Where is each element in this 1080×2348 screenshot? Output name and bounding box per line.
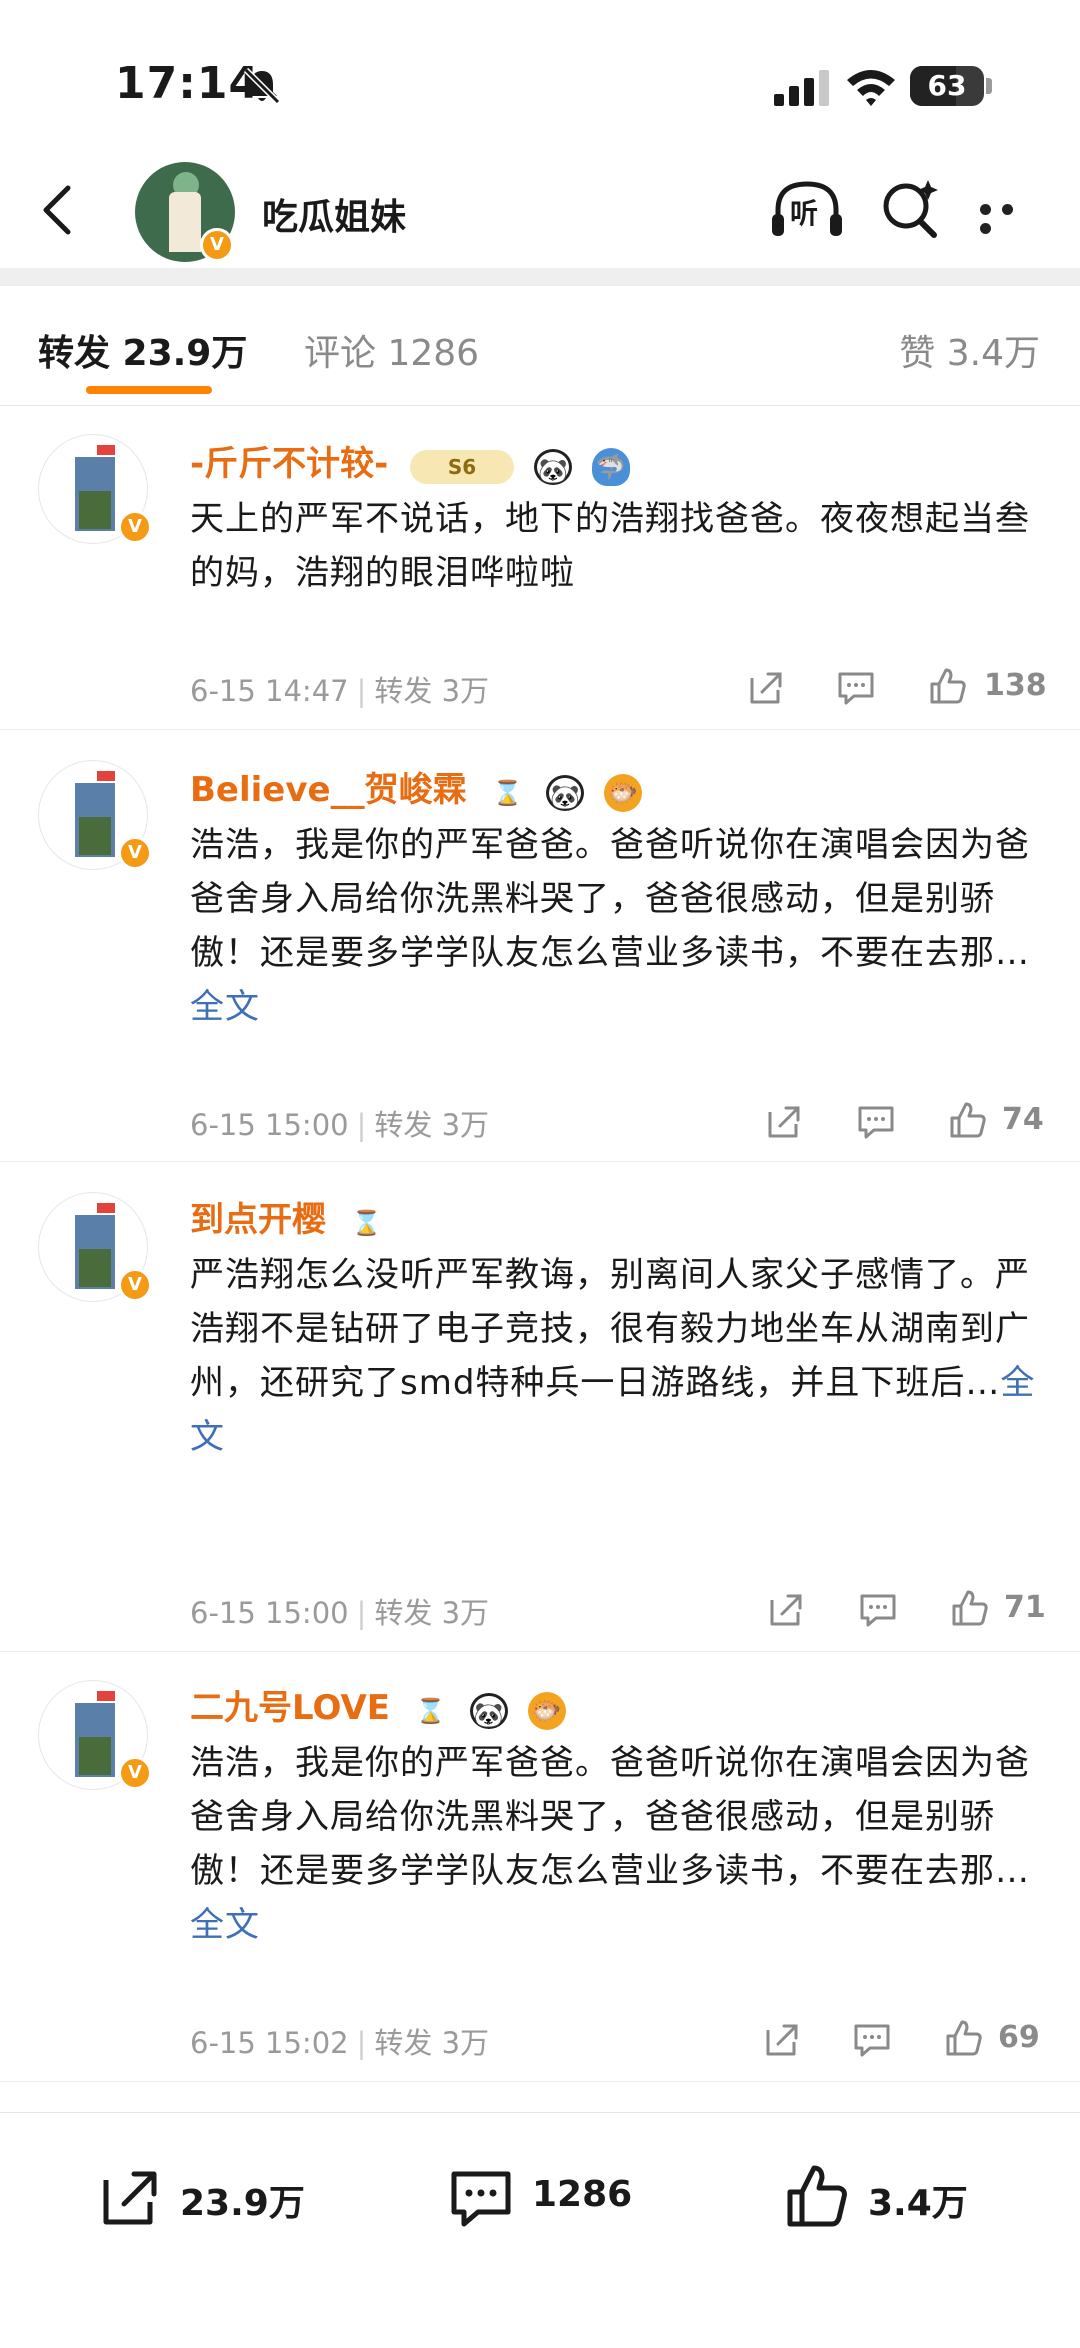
post-meta: 6-15 15:02 | 转发 3万: [190, 2026, 490, 2060]
nav-bar: V 吃瓜姐妹 听: [0, 150, 1080, 270]
repost-count: 转发 3万: [374, 1108, 490, 1142]
username-text: -斤斤不计较-: [190, 444, 389, 484]
tab-like[interactable]: 赞 3.4万: [899, 324, 1040, 376]
like-count: 74: [1002, 1102, 1044, 1137]
username-text: 到点开樱: [190, 1200, 326, 1240]
tab-active-indicator: [86, 386, 212, 394]
comment-icon[interactable]: [858, 1590, 898, 1630]
username-text: 二九号LOVE: [190, 1688, 390, 1728]
comment-icon[interactable]: [856, 1102, 896, 1142]
wifi-icon: [847, 70, 895, 106]
level-badge: S6: [410, 449, 515, 484]
like-icon[interactable]: [928, 666, 968, 706]
repost-count: 转发 3万: [374, 1596, 490, 1630]
battery-cap: [986, 78, 992, 94]
panda-icon: 🐼: [469, 1692, 508, 1729]
like-count: 138: [984, 668, 1047, 703]
bottom-action-bar: 23.9万 1286 3.4万: [0, 2112, 1080, 2348]
shark-icon: 🦈: [591, 447, 630, 486]
timestamp: 6-15 15:00: [190, 1596, 349, 1630]
section-divider: [0, 268, 1080, 286]
full-text-link[interactable]: 全文: [190, 987, 260, 1027]
post-text: 浩浩，我是你的严军爸爸。爸爸听说你在演唱会因为爸爸舍身入局给你洗黑料哭了，爸爸很…: [190, 1736, 1042, 1952]
panda-icon: 🐼: [533, 448, 572, 485]
status-time: 17:14: [115, 58, 261, 109]
share-icon[interactable]: [766, 1590, 806, 1630]
like-icon[interactable]: [944, 2018, 984, 2058]
username[interactable]: 到点开樱 ⌛: [190, 1192, 394, 1242]
like-count: 69: [998, 2020, 1040, 2055]
like-count: 71: [1004, 1590, 1046, 1625]
username-text: Believe__贺峻霖: [190, 770, 467, 810]
verified-badge-icon: V: [118, 836, 152, 870]
battery-icon: 63: [910, 66, 984, 106]
tab-comment[interactable]: 评论 1286: [304, 324, 479, 376]
tab-repost[interactable]: 转发 23.9万: [38, 324, 247, 376]
account-name[interactable]: 吃瓜姐妹: [262, 188, 406, 240]
signal-icon: [774, 70, 829, 106]
status-bar: 17:14 63: [0, 0, 1080, 170]
pufferfish-icon: 🐡: [527, 1691, 566, 1730]
post-text-body: 天上的严军不说话，地下的浩翔找爸爸。夜夜想起当叁的妈，浩翔的眼泪哗啦啦: [190, 499, 1030, 593]
repost-count: 转发 3万: [374, 2026, 490, 2060]
share-icon[interactable]: [746, 668, 786, 708]
listen-label: 听: [790, 197, 819, 230]
back-arrow-icon[interactable]: [28, 178, 92, 242]
timestamp: 6-15 15:02: [190, 2026, 349, 2060]
comment-icon[interactable]: [852, 2020, 892, 2060]
timestamp: 6-15 15:00: [190, 1108, 349, 1142]
username[interactable]: 二九号LOVE ⌛ 🐼 🐡: [190, 1680, 574, 1730]
hourglass-icon: ⌛: [415, 1696, 446, 1725]
post-text-body: 严浩翔怎么没听严军教诲，别离间人家父子感情了。严浩翔不是钻研了电子竞技，很有毅力…: [190, 1255, 1030, 1403]
more-icon[interactable]: [980, 200, 1044, 234]
like-icon[interactable]: [948, 1100, 988, 1140]
list-item[interactable]: V 二九号LOVE ⌛ 🐼 🐡 浩浩，我是你的严军爸爸。爸爸听说你在演唱会因为爸…: [0, 1652, 1080, 2082]
user-badges: ⌛ 🐼 🐡: [412, 1689, 574, 1730]
username[interactable]: Believe__贺峻霖 ⌛ 🐼 🐡: [190, 762, 650, 812]
list-item[interactable]: V -斤斤不计较- S6 🐼 🦈 天上的严军不说话，地下的浩翔找爸爸。夜夜想起当…: [0, 406, 1080, 730]
post-text: 浩浩，我是你的严军爸爸。爸爸听说你在演唱会因为爸爸舍身入局给你洗黑料哭了，爸爸很…: [190, 818, 1042, 1034]
battery-level: 63: [927, 69, 967, 102]
hourglass-icon: ⌛: [351, 1208, 382, 1237]
post-meta: 6-15 14:47 | 转发 3万: [190, 674, 490, 708]
verified-badge-icon: V: [200, 228, 234, 262]
pufferfish-icon: 🐡: [604, 773, 643, 812]
post-text-body: 浩浩，我是你的严军爸爸。爸爸听说你在演唱会因为爸爸舍身入局给你洗黑料哭了，爸爸很…: [190, 1743, 1030, 1891]
bell-off-icon: [243, 67, 281, 105]
verified-badge-icon: V: [118, 1268, 152, 1302]
post-meta: 6-15 15:00 | 转发 3万: [190, 1108, 490, 1142]
repost-total: 23.9万: [180, 2183, 305, 2224]
list-item[interactable]: V 到点开樱 ⌛ 严浩翔怎么没听严军教诲，别离间人家父子感情了。严浩翔不是钻研了…: [0, 1162, 1080, 1652]
like-total: 3.4万: [868, 2183, 968, 2224]
search-icon[interactable]: [878, 176, 944, 242]
comment-icon: [451, 2171, 511, 2227]
post-meta: 6-15 15:00 | 转发 3万: [190, 1596, 490, 1630]
share-icon[interactable]: [764, 1102, 804, 1142]
post-text-body: 浩浩，我是你的严军爸爸。爸爸听说你在演唱会因为爸爸舍身入局给你洗黑料哭了，爸爸很…: [190, 825, 1030, 973]
panda-icon: 🐼: [546, 774, 585, 811]
verified-badge-icon: V: [118, 510, 152, 544]
listen-button[interactable]: 听: [770, 178, 844, 242]
post-text: 严浩翔怎么没听严军教诲，别离间人家父子感情了。严浩翔不是钻研了电子竞技，很有毅力…: [190, 1248, 1042, 1464]
timestamp: 6-15 14:47: [190, 674, 349, 708]
full-text-link[interactable]: 全文: [190, 1905, 260, 1945]
post-text: 天上的严军不说话，地下的浩翔找爸爸。夜夜想起当叁的妈，浩翔的眼泪哗啦啦: [190, 492, 1042, 600]
user-badges: ⌛: [348, 1201, 394, 1242]
share-icon: [103, 2171, 157, 2225]
list-item[interactable]: V Believe__贺峻霖 ⌛ 🐼 🐡 浩浩，我是你的严军爸爸。爸爸听说你在演…: [0, 730, 1080, 1162]
hourglass-icon: ⌛: [492, 778, 523, 807]
comment-total: 1286: [532, 2174, 633, 2215]
repost-count: 转发 3万: [374, 674, 490, 708]
like-icon: [787, 2165, 847, 2227]
comment-icon[interactable]: [836, 668, 876, 708]
user-badges: ⌛ 🐼 🐡: [488, 771, 650, 812]
like-icon[interactable]: [950, 1588, 990, 1628]
user-badges: S6 🐼 🦈: [410, 445, 638, 486]
username[interactable]: -斤斤不计较- S6 🐼 🦈: [190, 436, 638, 486]
verified-badge-icon: V: [118, 1756, 152, 1790]
share-icon[interactable]: [762, 2020, 802, 2060]
tab-bar: 转发 23.9万 评论 1286 赞 3.4万: [0, 286, 1080, 406]
